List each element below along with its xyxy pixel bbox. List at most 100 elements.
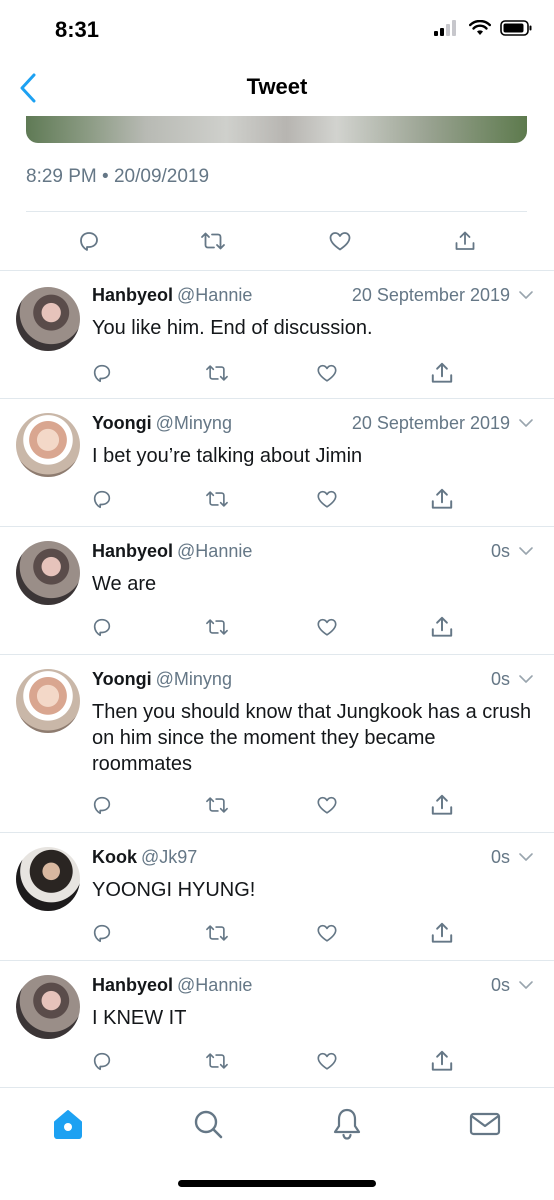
tab-home[interactable] [48, 1104, 88, 1144]
reply-icon [93, 364, 111, 383]
reply-tweet[interactable]: Hanbyeol @Hannie 20 September 2019 You li… [0, 271, 554, 398]
search-icon [194, 1110, 223, 1139]
like-icon [317, 490, 337, 508]
avatar[interactable] [16, 847, 80, 911]
chevron-down-icon[interactable] [518, 849, 534, 865]
reply-icon [93, 924, 111, 943]
status-icons [434, 20, 532, 36]
reply-tweet[interactable]: Hanbyeol @Hannie 0s We are [0, 527, 554, 654]
reply-text: YOONGI HYUNG! [92, 879, 256, 901]
retweet-button[interactable] [203, 1047, 231, 1075]
chevron-down-icon[interactable] [518, 543, 534, 559]
share-button[interactable] [428, 359, 456, 387]
messages-icon [469, 1112, 501, 1136]
reply-tweet[interactable]: Yoongi @Minyng 20 September 2019 I bet yo… [0, 399, 554, 526]
reply-button[interactable] [88, 613, 116, 641]
reply-button[interactable] [88, 1047, 116, 1075]
like-button[interactable] [313, 919, 341, 947]
signal-icon [434, 20, 456, 36]
retweet-button[interactable] [203, 791, 231, 819]
retweet-icon [206, 797, 228, 813]
reply-button[interactable] [88, 791, 116, 819]
share-button[interactable] [428, 1047, 456, 1075]
reply-author-handle[interactable]: @Hannie [177, 285, 252, 305]
avatar[interactable] [16, 541, 80, 605]
reply-author-name[interactable]: Yoongi [92, 413, 152, 433]
tweet-media[interactable] [26, 116, 527, 143]
battery-icon [500, 20, 532, 36]
reply-tweet[interactable]: Hanbyeol @Hannie 0s I KNEW IT [0, 961, 554, 1087]
reply-author-name[interactable]: Hanbyeol [92, 975, 173, 995]
avatar[interactable] [16, 287, 80, 351]
share-button[interactable] [450, 226, 480, 256]
reply-text: I bet you’re talking about Jimin [92, 445, 363, 467]
share-button[interactable] [428, 791, 456, 819]
chevron-down-icon[interactable] [518, 977, 534, 993]
like-button[interactable] [313, 359, 341, 387]
reply-tweet[interactable]: Kook @Jk97 0s YOONGI HYUNG! [0, 833, 554, 960]
like-button[interactable] [313, 485, 341, 513]
reply-header: Kook @Jk97 0s [92, 847, 534, 871]
reply-button[interactable] [88, 359, 116, 387]
reply-author-name[interactable]: Hanbyeol [92, 541, 173, 561]
reply-author-handle[interactable]: @Hannie [177, 975, 252, 995]
reply-icon [80, 232, 98, 251]
share-icon [431, 1050, 453, 1071]
reply-header: Hanbyeol @Hannie 0s [92, 541, 534, 565]
retweet-button[interactable] [203, 613, 231, 641]
retweet-icon [206, 619, 228, 635]
reply-button[interactable] [74, 226, 104, 256]
tab-search[interactable] [188, 1104, 228, 1144]
like-button[interactable] [325, 226, 355, 256]
like-button[interactable] [313, 1047, 341, 1075]
like-icon [317, 618, 337, 636]
retweet-button[interactable] [203, 485, 231, 513]
reply-tweet[interactable]: Yoongi @Minyng 0s Then you should know th… [0, 655, 554, 832]
reply-button[interactable] [88, 485, 116, 513]
retweet-button[interactable] [198, 226, 228, 256]
reply-author-name[interactable]: Hanbyeol [92, 285, 173, 305]
retweet-icon [206, 491, 228, 507]
status-time: 8:31 [55, 17, 100, 42]
retweet-button[interactable] [203, 919, 231, 947]
tab-notifications[interactable] [327, 1104, 367, 1144]
reply-icon [93, 490, 111, 509]
like-button[interactable] [313, 613, 341, 641]
chevron-down-icon[interactable] [518, 671, 534, 687]
reply-time: 20 September 2019 [351, 285, 510, 305]
reply-author-name[interactable]: Yoongi [92, 669, 152, 689]
reply-author-handle[interactable]: @Jk97 [141, 847, 197, 867]
retweet-button[interactable] [203, 359, 231, 387]
reply-icon [93, 618, 111, 637]
reply-author-handle[interactable]: @Minyng [156, 413, 232, 433]
reply-text: Then you should know that Jungkook has a… [92, 701, 532, 775]
chevron-down-icon[interactable] [518, 287, 534, 303]
share-button[interactable] [428, 485, 456, 513]
nav-header: Tweet [0, 62, 554, 116]
reply-time: 0s [490, 975, 510, 995]
avatar[interactable] [16, 975, 80, 1039]
page-title: Tweet [246, 74, 308, 99]
reply-time: 0s [490, 669, 510, 689]
reply-header: Yoongi @Minyng 20 September 2019 [92, 413, 534, 437]
share-button[interactable] [428, 613, 456, 641]
tweet-timestamp: 8:29 PM • 20/09/2019 [26, 166, 210, 187]
tab-messages[interactable] [465, 1104, 505, 1144]
reply-author-handle[interactable]: @Minyng [156, 669, 232, 689]
chevron-down-icon[interactable] [518, 415, 534, 431]
like-icon [329, 232, 351, 251]
share-button[interactable] [428, 919, 456, 947]
share-icon [431, 488, 453, 509]
avatar[interactable] [16, 669, 80, 733]
like-icon [317, 924, 337, 942]
reply-actions [88, 485, 468, 517]
reply-button[interactable] [88, 919, 116, 947]
reply-author-name[interactable]: Kook [92, 847, 137, 867]
like-button[interactable] [313, 791, 341, 819]
avatar[interactable] [16, 413, 80, 477]
reply-author-handle[interactable]: @Hannie [177, 541, 252, 561]
reply-time: 0s [490, 541, 510, 561]
reply-header: Hanbyeol @Hannie 20 September 2019 [92, 285, 534, 309]
retweet-icon [206, 365, 228, 381]
reply-icon [93, 796, 111, 815]
